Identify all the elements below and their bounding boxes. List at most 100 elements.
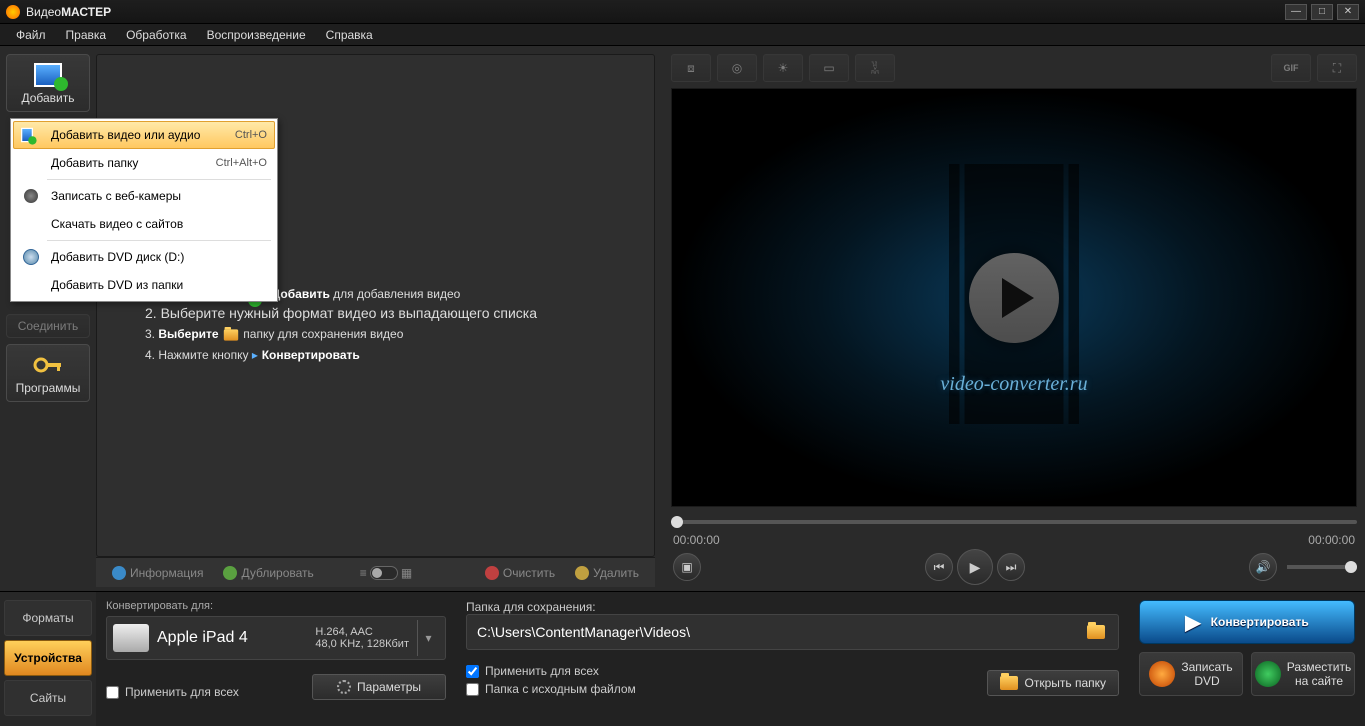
menu-add-dvd-disc[interactable]: Добавить DVD диск (D:) bbox=[13, 243, 275, 271]
view-toggle[interactable]: ≡ ▦ bbox=[360, 566, 412, 580]
sidebar-programs-button[interactable]: Программы bbox=[6, 344, 90, 402]
apply-all-save-checkbox[interactable]: Применить для всех bbox=[466, 664, 636, 678]
menu-record-webcam[interactable]: Записать с веб-камеры bbox=[13, 182, 275, 210]
convert-label: Конвертировать для: bbox=[106, 600, 446, 612]
trim-button[interactable]: ▭ bbox=[809, 54, 849, 82]
sidebar-connect-button[interactable]: Соединить bbox=[6, 314, 90, 338]
film-icon: ▭ bbox=[823, 61, 834, 75]
menu-separator bbox=[47, 240, 271, 241]
tab-formats[interactable]: Форматы bbox=[4, 600, 92, 636]
seek-thumb[interactable] bbox=[671, 516, 683, 528]
clear-button[interactable]: Очистить bbox=[477, 564, 563, 582]
menu-file[interactable]: Файл bbox=[6, 26, 56, 44]
minimize-button[interactable]: — bbox=[1285, 4, 1307, 20]
video-preview[interactable]: video-converter.ru bbox=[671, 88, 1357, 507]
open-folder-button[interactable]: Открыть папку bbox=[987, 670, 1119, 696]
film-plus-icon bbox=[21, 125, 41, 145]
device-thumb-icon bbox=[113, 624, 149, 652]
player-controls: ▣ ⏮ ▶ ⏭ 🔊 bbox=[671, 547, 1357, 587]
menu-add-dvd-folder[interactable]: Добавить DVD из папки bbox=[13, 271, 275, 299]
gif-icon: GIF bbox=[1284, 63, 1299, 73]
delete-button[interactable]: Удалить bbox=[567, 564, 647, 582]
save-path: C:\Users\ContentManager\Videos\ bbox=[477, 624, 1084, 640]
publish-web-button[interactable]: Разместитьна сайте bbox=[1251, 652, 1355, 696]
brightness-button[interactable]: ☀ bbox=[763, 54, 803, 82]
menu-help[interactable]: Справка bbox=[316, 26, 383, 44]
speed-button[interactable]: 𓀡 bbox=[855, 54, 895, 82]
menu-separator bbox=[47, 179, 271, 180]
folder-icon bbox=[1000, 676, 1018, 690]
duplicate-button[interactable]: Дублировать bbox=[215, 564, 321, 582]
menu-download-sites[interactable]: Скачать видео с сайтов bbox=[13, 210, 275, 238]
seek-bar[interactable] bbox=[671, 507, 1357, 531]
menu-edit[interactable]: Правка bbox=[56, 26, 117, 44]
play-icon: ▶ bbox=[970, 559, 981, 576]
save-label: Папка для сохранения: bbox=[466, 600, 1119, 614]
lens-icon: ◎ bbox=[732, 61, 742, 75]
format-tabs: Форматы Устройства Сайты bbox=[0, 592, 96, 726]
burn-dvd-button[interactable]: ЗаписатьDVD bbox=[1139, 652, 1243, 696]
device-codec-line2: 48,0 KHz, 128Кбит bbox=[315, 638, 409, 650]
apply-all-convert-checkbox[interactable]: Применить для всех bbox=[106, 685, 239, 699]
device-selector[interactable]: Apple iPad 4 H.264, AAC 48,0 KHz, 128Кби… bbox=[106, 616, 446, 660]
crop-icon: ⧈ bbox=[687, 61, 695, 76]
menu-add-folder[interactable]: Добавить папку Ctrl+Alt+O bbox=[13, 149, 275, 177]
list-view-icon: ≡ bbox=[360, 566, 367, 580]
prev-button[interactable]: ⏮ bbox=[925, 553, 953, 581]
crop-button[interactable]: ⧈ bbox=[671, 54, 711, 82]
app-title: ВидеоМАСТЕР bbox=[26, 5, 1285, 19]
tab-sites[interactable]: Сайты bbox=[4, 680, 92, 716]
menubar: Файл Правка Обработка Воспроизведение Сп… bbox=[0, 24, 1365, 46]
effects-button[interactable]: ◎ bbox=[717, 54, 757, 82]
delete-icon bbox=[575, 566, 589, 580]
device-codec-line1: H.264, AAC bbox=[315, 626, 409, 638]
add-dropdown-menu: Добавить видео или аудио Ctrl+O Добавить… bbox=[10, 118, 278, 302]
sidebar-connect-label: Соединить bbox=[18, 319, 79, 333]
titlebar: ВидеоМАСТЕР — □ ✕ bbox=[0, 0, 1365, 24]
fullscreen-button[interactable]: ⛶ bbox=[1317, 54, 1357, 82]
menu-process[interactable]: Обработка bbox=[116, 26, 197, 44]
browse-folder-button[interactable] bbox=[1084, 620, 1108, 644]
globe-icon bbox=[1255, 661, 1281, 687]
info-button[interactable]: Информация bbox=[104, 564, 211, 582]
brand-text: video-converter.ru bbox=[940, 373, 1087, 396]
time-current: 00:00:00 bbox=[673, 533, 720, 547]
close-button[interactable]: ✕ bbox=[1337, 4, 1359, 20]
duplicate-icon bbox=[223, 566, 237, 580]
video-toolbar: ⧈ ◎ ☀ ▭ 𓀡 GIF ⛶ bbox=[671, 54, 1357, 88]
list-toolbar: Информация Дублировать ≡ ▦ Очистить Удал… bbox=[96, 557, 655, 587]
sidebar-add-label: Добавить bbox=[21, 91, 74, 105]
chevron-down-icon[interactable]: ▾ bbox=[417, 620, 439, 656]
app-icon bbox=[6, 5, 20, 19]
speaker-icon: 🔊 bbox=[1256, 560, 1271, 574]
save-path-row: C:\Users\ContentManager\Videos\ bbox=[466, 614, 1119, 650]
run-icon: 𓀡 bbox=[871, 58, 880, 78]
dvd-icon bbox=[21, 247, 41, 267]
play-button[interactable]: ▶ bbox=[957, 549, 993, 585]
bottom-panel: Форматы Устройства Сайты Конвертировать … bbox=[0, 591, 1365, 726]
convert-button[interactable]: ▶ Конвертировать bbox=[1139, 600, 1355, 644]
snapshot-button[interactable]: ▣ bbox=[673, 553, 701, 581]
params-button[interactable]: Параметры bbox=[312, 674, 446, 700]
gif-button[interactable]: GIF bbox=[1271, 54, 1311, 82]
time-total: 00:00:00 bbox=[1308, 533, 1355, 547]
arrow-icon: ▸ bbox=[252, 348, 258, 362]
menu-playback[interactable]: Воспроизведение bbox=[197, 26, 316, 44]
fullscreen-icon: ⛶ bbox=[1333, 61, 1341, 76]
volume-thumb[interactable] bbox=[1345, 561, 1357, 573]
dvd-icon bbox=[1149, 661, 1175, 687]
menu-add-video-audio[interactable]: Добавить видео или аудио Ctrl+O bbox=[13, 121, 275, 149]
webcam-icon bbox=[21, 186, 41, 206]
maximize-button[interactable]: □ bbox=[1311, 4, 1333, 20]
mute-button[interactable]: 🔊 bbox=[1249, 553, 1277, 581]
skip-back-icon: ⏮ bbox=[934, 560, 945, 575]
volume-slider[interactable] bbox=[1287, 565, 1357, 569]
folder-icon bbox=[1087, 625, 1105, 639]
source-folder-checkbox[interactable]: Папка с исходным файлом bbox=[466, 682, 636, 696]
next-button[interactable]: ⏭ bbox=[997, 553, 1025, 581]
tab-devices[interactable]: Устройства bbox=[4, 640, 92, 676]
sidebar-add-button[interactable]: Добавить bbox=[6, 54, 90, 112]
sidebar-programs-label: Программы bbox=[16, 381, 81, 395]
info-icon bbox=[112, 566, 126, 580]
action-panel: ▶ Конвертировать ЗаписатьDVD Разместитьн… bbox=[1129, 592, 1365, 726]
